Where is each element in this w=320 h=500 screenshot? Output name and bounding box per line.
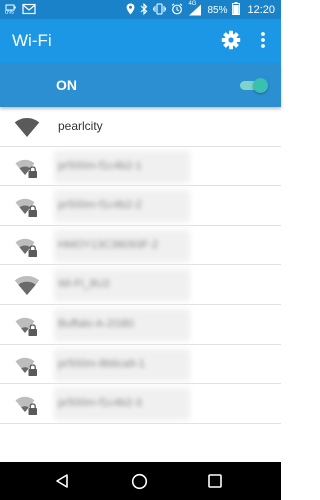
- wifi-lock-icon: [15, 198, 37, 218]
- network-name: pr500m-8b6ca9-1: [58, 357, 145, 370]
- network-item[interactable]: pr500m-8b6ca9-1: [0, 345, 281, 385]
- settings-button[interactable]: [220, 29, 242, 51]
- network-name: Buffalo-A-2G80: [58, 317, 134, 330]
- network-name: pr500m-f1c4b2-1: [58, 159, 142, 172]
- wifi-lock-icon: [15, 159, 37, 178]
- more-options-button[interactable]: [255, 29, 271, 51]
- network-name: HMOY13C38093F-2: [58, 238, 159, 251]
- battery-small-icon: 0%: [5, 4, 17, 18]
- recent-apps-icon: [208, 474, 222, 488]
- network-item[interactable]: pearlcity: [0, 107, 281, 147]
- battery-small-label: 0%: [5, 10, 14, 16]
- network-item[interactable]: HMOY13C38093F-2: [0, 226, 281, 266]
- alarm-icon: [171, 2, 183, 18]
- wifi-state-label: ON: [56, 77, 77, 93]
- wifi-toggle-switch[interactable]: [240, 78, 268, 93]
- network-item[interactable]: pr500m-f1c4b2-1: [0, 147, 281, 187]
- battery-icon: [232, 2, 241, 18]
- recent-apps-button[interactable]: [208, 474, 222, 488]
- status-bar: 0% 4G 85% 12:20: [0, 0, 281, 19]
- app-bar: Wi-Fi: [0, 19, 281, 63]
- more-vert-icon: [261, 32, 265, 48]
- network-item[interactable]: Buffalo-A-2G80: [0, 305, 281, 345]
- wifi-signal-icon: [14, 118, 40, 137]
- network-name: pr500m-f1c4b2-2: [58, 199, 142, 212]
- navigation-bar: [0, 462, 281, 500]
- back-button[interactable]: [54, 473, 70, 489]
- wifi-master-switch-bar[interactable]: ON: [0, 63, 281, 107]
- back-icon: [56, 474, 68, 488]
- bluetooth-icon: [140, 2, 148, 18]
- signal-icon: 4G: [188, 1, 202, 16]
- network-name: Wi-Fi_8U2: [58, 278, 110, 291]
- battery-percent: 85%: [207, 4, 228, 16]
- wifi-signal-icon: [14, 276, 40, 296]
- wifi-lock-icon: [15, 317, 37, 336]
- status-time: 12:20: [247, 4, 275, 16]
- home-button[interactable]: [131, 473, 148, 490]
- wifi-settings-screen: 0% 4G 85% 12:20 Wi-Fi ON pearlcity pr500…: [0, 0, 281, 500]
- network-list: pearlcity pr500m-f1c4b2-1 pr500m-f1c4b2-…: [0, 107, 281, 462]
- network-item[interactable]: pr500m-f1c4b2-3: [0, 384, 281, 424]
- network-item[interactable]: pr500m-f1c4b2-2: [0, 186, 281, 226]
- home-icon: [131, 473, 148, 490]
- location-icon: [126, 3, 135, 18]
- toggle-thumb: [253, 78, 268, 93]
- gear-icon: [221, 30, 241, 50]
- mail-icon: [22, 2, 36, 20]
- page-title: Wi-Fi: [12, 31, 52, 50]
- vibrate-icon: [153, 2, 167, 18]
- network-name: pr500m-f1c4b2-3: [58, 397, 142, 410]
- wifi-lock-icon: [15, 238, 37, 257]
- wifi-lock-icon: [15, 357, 37, 376]
- signal-label: 4G: [188, 1, 197, 7]
- network-item[interactable]: Wi-Fi_8U2: [0, 265, 281, 305]
- network-name: pearlcity: [58, 119, 103, 133]
- wifi-lock-icon: [15, 396, 37, 416]
